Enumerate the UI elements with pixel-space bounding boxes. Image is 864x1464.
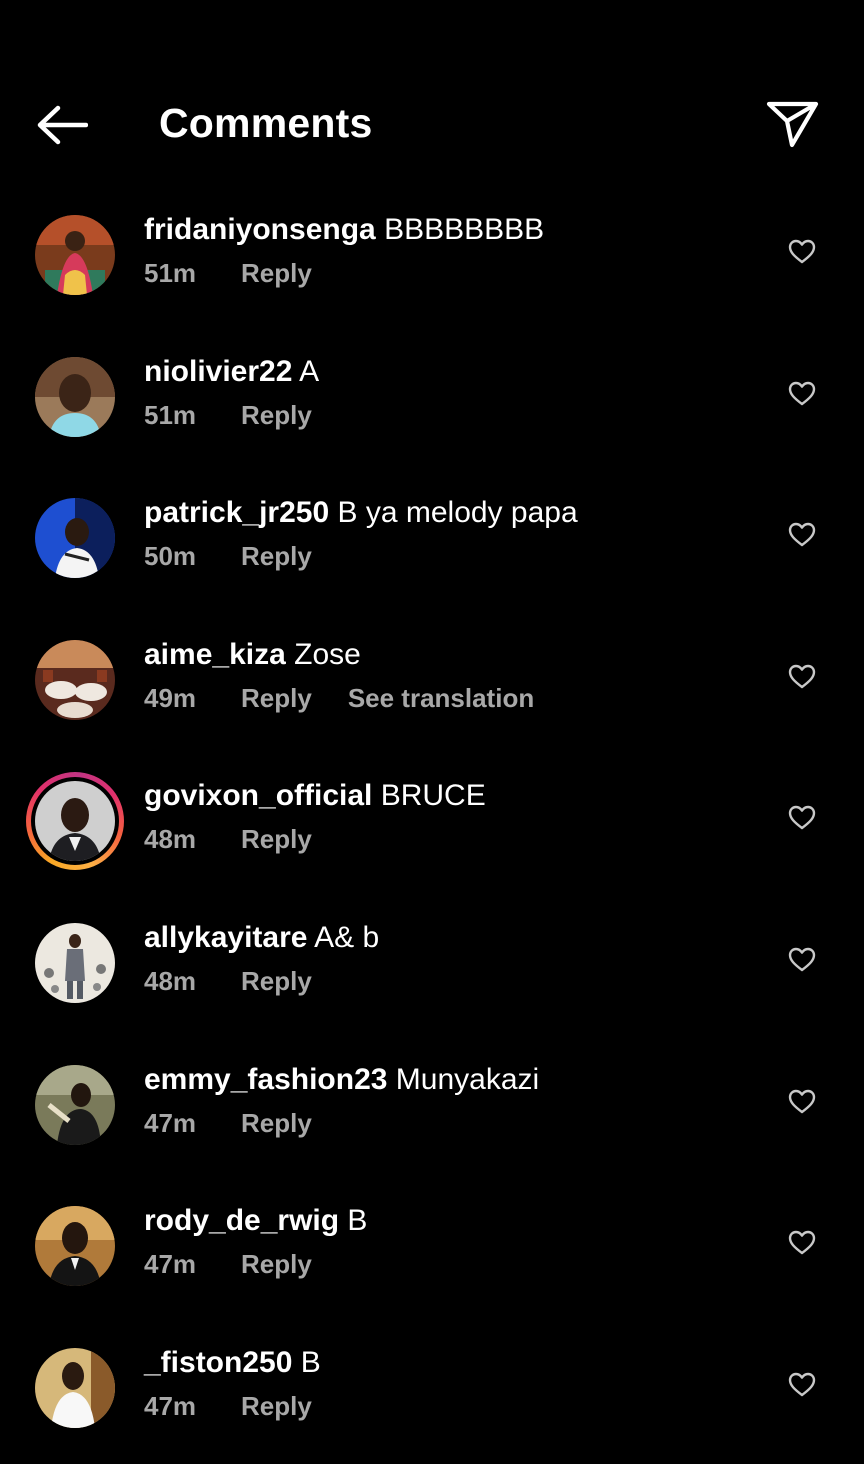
comment-text: BBBBBBBB: [384, 213, 545, 246]
reply-button[interactable]: Reply: [241, 1246, 312, 1282]
heart-icon: [788, 947, 816, 972]
heart-icon: [788, 1372, 816, 1396]
comment-item: patrick_jr250 B ya melody papa 50m Reply: [0, 473, 864, 615]
comment-text: A: [299, 354, 320, 388]
reply-button[interactable]: Reply: [241, 963, 312, 999]
comment-item: govixon_official BRUCE 48m Reply: [0, 756, 864, 898]
like-button[interactable]: [785, 1227, 819, 1259]
avatar[interactable]: [35, 498, 115, 579]
comment-item: niolivier22 A 51m Reply: [0, 332, 864, 474]
avatar[interactable]: [35, 356, 115, 437]
avatar-story-ring[interactable]: [26, 772, 124, 871]
comment-username[interactable]: _fiston250: [144, 1346, 292, 1379]
avatar[interactable]: [35, 215, 115, 295]
like-button[interactable]: [785, 236, 819, 268]
comment-text: Zose: [294, 637, 361, 671]
comment-username[interactable]: allykayitare: [144, 921, 307, 954]
avatar[interactable]: [35, 1206, 115, 1287]
comment-username[interactable]: aime_kiza: [144, 638, 286, 671]
comment-username[interactable]: patrick_jr250: [144, 496, 329, 529]
comment-item: allykayitare A& b 48m Reply: [0, 898, 864, 1040]
like-button[interactable]: [785, 661, 819, 693]
heart-icon: [788, 1089, 816, 1113]
like-button[interactable]: [785, 1369, 819, 1401]
comment-list: fridaniyonsenga BBBBBBBB 51m Reply nioliv…: [0, 190, 864, 1464]
comment-username[interactable]: govixon_official: [144, 779, 372, 812]
avatar[interactable]: [35, 639, 115, 720]
comment-time: 47m: [144, 1390, 197, 1421]
back-button[interactable]: [30, 98, 94, 152]
heart-icon: [788, 381, 816, 405]
like-button[interactable]: [785, 378, 819, 410]
comment-time: 48m: [144, 965, 197, 996]
comment-username[interactable]: rody_de_rwig: [144, 1204, 339, 1237]
comment-time: 47m: [144, 1107, 197, 1138]
heart-icon: [788, 664, 816, 688]
comment-time: 50m: [144, 541, 197, 572]
avatar[interactable]: [35, 1064, 115, 1145]
comment-time: 49m: [144, 682, 197, 713]
comment-text: A& b: [314, 920, 380, 954]
comment-time: 47m: [144, 1249, 197, 1280]
heart-icon: [788, 522, 816, 547]
comment-item: aime_kiza Zose 49m Reply See translation: [0, 615, 864, 757]
comment-text: B ya melody papa: [337, 496, 578, 530]
avatar[interactable]: [35, 922, 115, 1003]
reply-button[interactable]: Reply: [241, 821, 312, 857]
like-button[interactable]: [785, 1086, 819, 1118]
comment-time: 51m: [144, 399, 197, 430]
comment-text: B: [347, 1204, 368, 1238]
comment-item: fridaniyonsenga BBBBBBBB 51m Reply: [0, 190, 864, 332]
comment-item: _fiston250 B 47m Reply: [0, 1323, 864, 1464]
heart-icon: [788, 1230, 816, 1255]
avatar[interactable]: [35, 1347, 115, 1428]
header-bar: Comments: [0, 0, 864, 190]
comment-time: 48m: [144, 824, 197, 855]
comment-time: 51m: [144, 258, 197, 288]
reply-button[interactable]: Reply: [241, 538, 312, 574]
heart-icon: [788, 239, 816, 264]
comment-text: BRUCE: [380, 779, 486, 813]
arrow-left-icon: [37, 105, 88, 145]
reply-button[interactable]: Reply: [241, 397, 312, 433]
comment-username[interactable]: fridaniyonsenga: [144, 213, 376, 246]
like-button[interactable]: [785, 802, 819, 834]
comment-text: Munyakazi: [395, 1062, 540, 1096]
page-title: Comments: [159, 100, 373, 146]
like-button[interactable]: [785, 944, 819, 976]
comment-item: rody_de_rwig B 47m Reply: [0, 1181, 864, 1323]
avatar: [35, 781, 115, 862]
reply-button[interactable]: Reply: [241, 1388, 312, 1424]
see-translation-button[interactable]: See translation: [348, 680, 534, 716]
comment-item: emmy_fashion23 Munyakazi 47m Reply: [0, 1040, 864, 1182]
like-button[interactable]: [785, 519, 819, 551]
reply-button[interactable]: Reply: [241, 680, 312, 716]
comment-username[interactable]: emmy_fashion23: [144, 1063, 387, 1096]
reply-button[interactable]: Reply: [241, 1105, 312, 1141]
comment-text: B: [300, 1345, 321, 1379]
heart-icon: [788, 806, 816, 830]
comment-username[interactable]: niolivier22: [144, 355, 292, 388]
share-button[interactable]: [762, 94, 824, 154]
paper-plane-icon: [766, 101, 819, 148]
reply-button[interactable]: Reply: [241, 255, 312, 291]
